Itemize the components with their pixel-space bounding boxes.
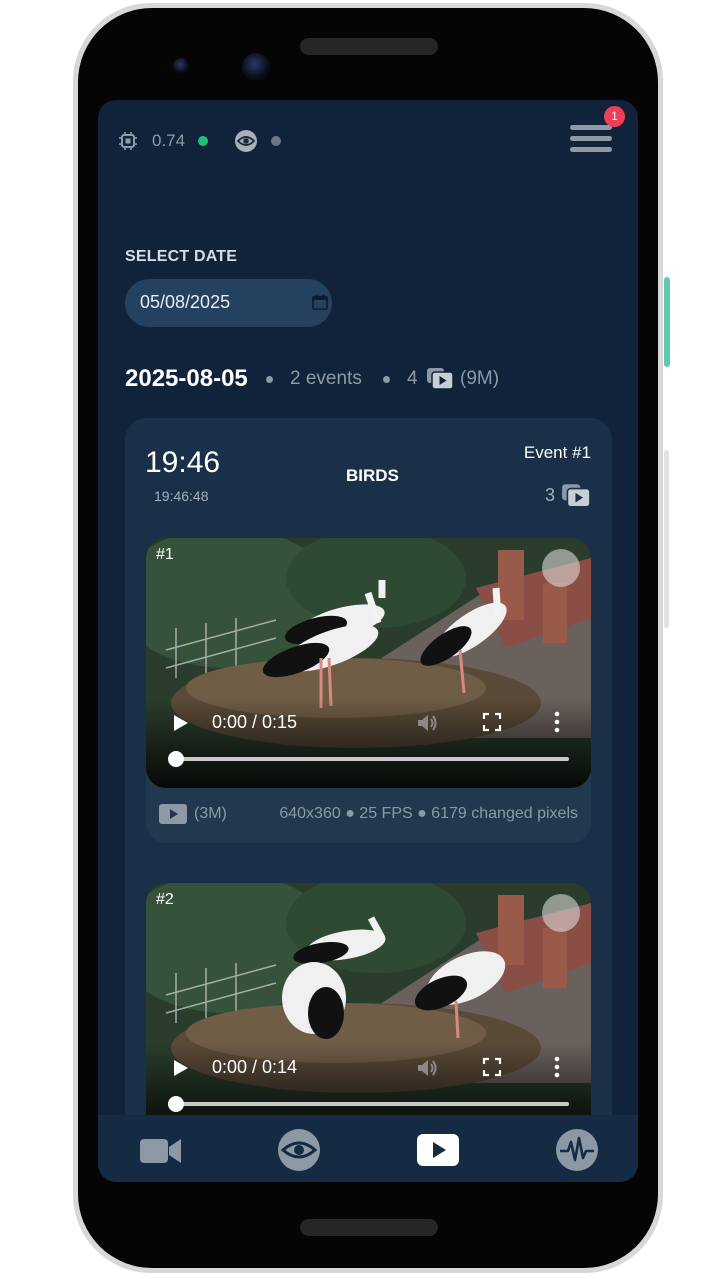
play-icon[interactable] xyxy=(173,1059,189,1077)
event-label: BIRDS xyxy=(346,466,399,485)
clip-select-toggle[interactable] xyxy=(542,894,580,932)
select-date-label: SELECT DATE xyxy=(125,248,238,265)
cpu-load-value: 0.74 xyxy=(152,131,186,150)
seek-handle[interactable] xyxy=(168,751,184,767)
date-input-value: 05/08/2025 xyxy=(140,292,231,312)
clip-meta: (3M) 640x360 ● 25 FPS ● 6179 changed pix… xyxy=(146,801,591,831)
fullscreen-icon[interactable] xyxy=(482,712,502,732)
day-total-size: (9M) xyxy=(460,368,500,389)
seek-bar[interactable] xyxy=(175,757,569,761)
phone-power-button xyxy=(664,277,670,367)
notification-badge: 1 xyxy=(604,106,625,127)
clip-number: #2 xyxy=(156,891,174,908)
play-icon[interactable] xyxy=(173,714,189,732)
detection-status-dot xyxy=(271,136,281,146)
activity-icon[interactable] xyxy=(555,1128,599,1172)
date-input[interactable]: 05/08/2025 xyxy=(125,279,332,327)
volume-icon[interactable] xyxy=(415,711,439,735)
more-options-icon[interactable] xyxy=(552,1055,562,1079)
video-time: 0:00 / 0:14 xyxy=(212,1057,298,1077)
menu-button[interactable] xyxy=(566,122,614,158)
eye-icon xyxy=(235,130,257,152)
event-time-seconds: 19:46:48 xyxy=(154,488,209,504)
phone-volume-button xyxy=(664,450,669,628)
clip-number: #1 xyxy=(156,546,174,563)
seek-handle[interactable] xyxy=(168,1096,184,1112)
phone-front-sensor xyxy=(173,58,189,74)
phone-speaker-bottom xyxy=(300,1219,438,1236)
volume-icon[interactable] xyxy=(415,1056,439,1080)
video-time: 0:00 / 0:15 xyxy=(212,712,298,732)
bottom-nav xyxy=(98,1115,638,1182)
cpu-status-dot xyxy=(198,136,208,146)
video-clips-icon xyxy=(562,484,591,508)
separator-dot xyxy=(266,376,273,383)
phone-speaker-top xyxy=(300,38,438,55)
status-bar: 0.74 1 xyxy=(98,100,638,184)
day-clip-count: 4 xyxy=(407,368,418,389)
seek-bar[interactable] xyxy=(175,1102,569,1106)
clip-card: #1 0:00 / 0:15 (3M) 640x360 ● 25 FPS ● 6… xyxy=(146,538,591,843)
video-file-icon[interactable] xyxy=(159,804,187,824)
calendar-icon[interactable] xyxy=(312,294,328,310)
event-time: 19:46 xyxy=(145,446,221,479)
fullscreen-icon[interactable] xyxy=(482,1057,502,1077)
clip-details: 640x360 ● 25 FPS ● 6179 changed pixels xyxy=(279,805,578,822)
cpu-icon xyxy=(119,132,137,150)
event-clip-count: 3 xyxy=(544,485,555,505)
separator-dot xyxy=(383,376,390,383)
video-clips-icon xyxy=(427,368,454,390)
day-date: 2025-08-05 xyxy=(125,365,248,392)
phone-front-camera xyxy=(242,53,270,81)
eye-icon[interactable] xyxy=(277,1128,321,1172)
app-screen: 0.74 1 SELECT DATE 05/08/2025 2025-08-05… xyxy=(98,100,638,1182)
clip-size: (3M) xyxy=(194,805,227,822)
play-icon[interactable] xyxy=(416,1128,460,1172)
event-number: Event #1 xyxy=(523,443,591,462)
more-options-icon[interactable] xyxy=(552,710,562,734)
camera-icon[interactable] xyxy=(139,1128,183,1172)
day-event-count: 2 events xyxy=(290,368,362,389)
video-player[interactable]: #1 0:00 / 0:15 xyxy=(146,538,591,788)
clip-select-toggle[interactable] xyxy=(542,549,580,587)
video-player[interactable]: #2 0:00 / 0:14 xyxy=(146,883,591,1133)
event-card[interactable]: 19:46 19:46:48 BIRDS Event #1 3 #1 0:00 … xyxy=(125,418,612,1182)
